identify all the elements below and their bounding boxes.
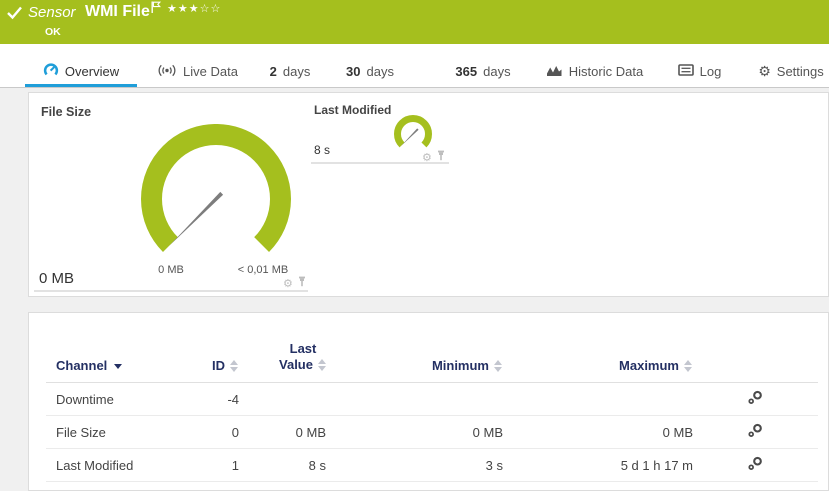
channel-settings-gears-icon[interactable] xyxy=(693,423,818,441)
channel-settings-gears-icon[interactable] xyxy=(693,456,818,474)
sensor-status-badge: OK xyxy=(45,26,61,38)
gauge-icon xyxy=(43,62,59,81)
gauge-needle xyxy=(169,192,223,246)
channel-last-value: 8 s xyxy=(239,458,326,473)
channels-panel: Channel ID Last Value Minimum Maximum Do… xyxy=(28,312,829,491)
channel-name: File Size xyxy=(46,425,196,440)
tab-number: 30 xyxy=(346,64,360,79)
tab-overview[interactable]: Overview xyxy=(25,44,137,87)
channel-last-value: 0 MB xyxy=(239,425,326,440)
table-row-downtime: Downtime -4 xyxy=(46,383,818,416)
tab-live-data[interactable]: Live Data xyxy=(150,44,245,87)
tab-number: 2 xyxy=(270,64,277,79)
star-icon-filled[interactable]: ★ xyxy=(167,2,178,15)
channel-name: Last Modified xyxy=(46,458,196,473)
tab-label: days xyxy=(283,64,310,79)
last-modified-current-value: 8 s xyxy=(314,143,330,157)
sensor-header-bar: Sensor WMI File ★★★☆☆ OK xyxy=(0,0,829,44)
gauge-title-file-size: File Size xyxy=(41,105,91,119)
gauge-needle xyxy=(401,128,419,146)
widget-divider xyxy=(34,290,308,292)
gear-icon[interactable]: ⚙ xyxy=(422,152,432,163)
status-ok-check-icon xyxy=(7,6,23,25)
log-list-icon xyxy=(678,64,694,79)
channel-table-header: Channel ID Last Value Minimum Maximum xyxy=(46,313,818,383)
sort-icon[interactable] xyxy=(230,360,239,372)
channel-minimum: 0 MB xyxy=(326,425,503,440)
widget-divider xyxy=(311,162,449,164)
tab-log[interactable]: Log xyxy=(672,44,727,87)
star-icon-filled[interactable]: ★ xyxy=(189,2,200,15)
sensor-title: WMI File xyxy=(85,3,150,21)
header-id[interactable]: ID xyxy=(196,358,239,382)
tab-label: days xyxy=(483,64,510,79)
channel-id: 0 xyxy=(196,425,239,440)
gear-icon: ⚙ xyxy=(758,65,771,79)
table-row-last-modified: Last Modified 1 8 s 3 s 5 d 1 h 17 m xyxy=(46,449,818,482)
tab-label: Log xyxy=(700,64,722,79)
priority-stars[interactable]: ★★★☆☆ xyxy=(167,2,221,15)
tab-365-days[interactable]: 365 days xyxy=(443,44,523,87)
chevron-down-icon[interactable] xyxy=(114,364,122,369)
file-size-gauge xyxy=(141,124,291,274)
channel-maximum: 0 MB xyxy=(503,425,693,440)
live-broadcast-icon xyxy=(157,64,177,80)
tab-label: Settings xyxy=(777,64,824,79)
gear-icon[interactable]: ⚙ xyxy=(283,278,293,289)
header-channel[interactable]: Channel xyxy=(46,358,196,382)
active-tab-underline xyxy=(25,84,137,87)
tab-bar: Overview Live Data 2 days 30 days 365 da… xyxy=(0,44,829,88)
header-maximum[interactable]: Maximum xyxy=(503,358,693,382)
star-icon-empty[interactable]: ☆ xyxy=(200,2,211,15)
gauge-scale-min: 0 MB xyxy=(146,264,196,276)
channel-settings-gears-icon[interactable] xyxy=(693,390,818,408)
sort-icon[interactable] xyxy=(494,360,503,372)
file-size-current-value: 0 MB xyxy=(39,270,74,287)
sort-icon[interactable] xyxy=(684,360,693,372)
channel-name: Downtime xyxy=(46,392,196,407)
gauge-title-last-modified: Last Modified xyxy=(314,103,391,117)
tab-settings[interactable]: ⚙ Settings xyxy=(753,44,829,87)
tab-label: Overview xyxy=(65,64,119,79)
priority-flag-icon xyxy=(151,1,161,19)
tab-historic-data[interactable]: Historic Data xyxy=(542,44,647,87)
header-minimum[interactable]: Minimum xyxy=(326,358,503,382)
channel-table-body: Downtime -4 File Size 0 0 MB 0 MB 0 MB xyxy=(46,383,818,482)
channel-maximum: 5 d 1 h 17 m xyxy=(503,458,693,473)
tab-label: days xyxy=(367,64,394,79)
star-icon-filled[interactable]: ★ xyxy=(178,2,189,15)
tab-number: 365 xyxy=(455,64,477,79)
tab-30-days[interactable]: 30 days xyxy=(335,44,405,87)
channel-id: -4 xyxy=(196,392,239,407)
area-chart-icon xyxy=(546,64,563,80)
object-kind-label: Sensor xyxy=(28,4,76,21)
table-row-file-size: File Size 0 0 MB 0 MB 0 MB xyxy=(46,416,818,449)
star-icon-empty[interactable]: ☆ xyxy=(211,2,222,15)
gauges-panel: File Size 0 MB < 0,01 MB 0 MB ⚙ Last Mod… xyxy=(28,92,829,297)
tab-2-days[interactable]: 2 days xyxy=(255,44,325,87)
channel-id: 1 xyxy=(196,458,239,473)
channel-minimum: 3 s xyxy=(326,458,503,473)
sort-icon[interactable] xyxy=(318,359,327,371)
header-last-value[interactable]: Last Value xyxy=(239,341,326,383)
tab-label: Historic Data xyxy=(569,64,643,79)
tab-label: Live Data xyxy=(183,64,238,79)
